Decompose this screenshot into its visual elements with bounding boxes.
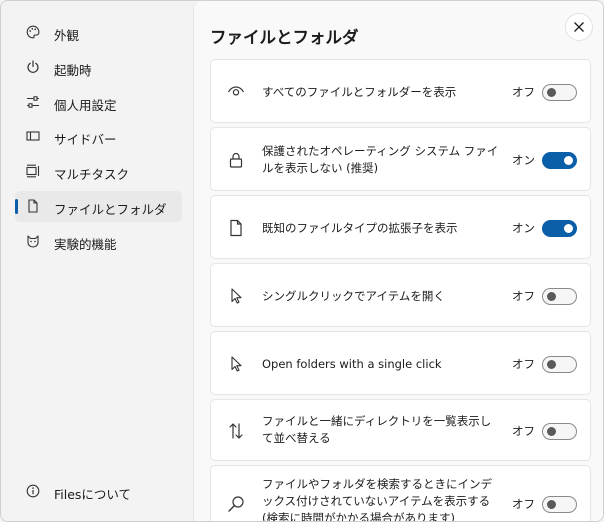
sidebar: 外観 起動時 個人用設定 サイドバー マルチタスク ファイルとフォルダ 実験的機… [1, 1, 193, 521]
setting-label: シングルクリックでアイテムを開く [262, 289, 445, 303]
setting-label: 保護されたオペレーティング システム ファイルを表示しない (推奨) [262, 144, 499, 175]
sidebar-item-sidebar[interactable]: サイドバー [15, 121, 182, 152]
sliders-icon [26, 95, 40, 109]
setting-card-show-extensions: 既知のファイルタイプの拡張子を表示 オン [210, 195, 591, 259]
toggle-state-text: オン [512, 153, 535, 167]
toggle-state-text: オフ [512, 289, 535, 303]
toggle-switch[interactable] [542, 496, 577, 513]
eye-icon [227, 83, 245, 101]
sidebar-item-about[interactable]: Filesについて [15, 476, 182, 507]
settings-content: ファイルとフォルダ すべてのファイルとフォルダーを表示 オフ 保護されたオペレー… [193, 1, 603, 522]
toggle-switch[interactable] [542, 288, 577, 305]
setting-label: 既知のファイルタイプの拡張子を表示 [262, 221, 458, 235]
sidebar-item-label: Filesについて [54, 487, 132, 502]
toggle-state-text: オフ [512, 357, 535, 371]
setting-label: ファイルと一緒にディレクトリを一覧表示して並べ替える [262, 414, 492, 445]
toggle-state-text: オン [512, 221, 535, 235]
power-icon [26, 60, 40, 74]
sidebar-item-label: ファイルとフォルダ [54, 202, 167, 217]
document-icon [26, 199, 40, 213]
cursor-icon [227, 287, 245, 305]
setting-label: Open folders with a single click [262, 357, 442, 371]
toggle-switch[interactable] [542, 356, 577, 373]
sidebar-item-appearance[interactable]: 外観 [15, 17, 182, 48]
toggle-switch[interactable] [542, 423, 577, 440]
sidebar-item-personalization[interactable]: 個人用設定 [15, 87, 182, 118]
sidebar-item-experimental[interactable]: 実験的機能 [15, 226, 182, 257]
sidebar-item-label: 外観 [54, 28, 80, 43]
selection-indicator [15, 199, 18, 214]
setting-card-hide-protected-files: 保護されたオペレーティング システム ファイルを表示しない (推奨) オン [210, 127, 591, 191]
info-icon [26, 484, 40, 498]
setting-card-sort-folders-with-files: ファイルと一緒にディレクトリを一覧表示して並べ替える オフ [210, 399, 591, 461]
search-icon [227, 495, 245, 513]
sidebar-item-multitasking[interactable]: マルチタスク [15, 156, 182, 187]
page-title: ファイルとフォルダ [210, 28, 359, 47]
cursor-icon [227, 355, 245, 373]
setting-card-single-click-folders: Open folders with a single click オフ [210, 331, 591, 395]
toggle-switch[interactable] [542, 84, 577, 101]
file-icon [227, 219, 245, 237]
sidebar-item-label: 個人用設定 [54, 98, 117, 113]
sidebar-item-label: 起動時 [54, 63, 92, 78]
toggle-switch[interactable] [542, 152, 577, 169]
sidebar-item-label: 実験的機能 [54, 237, 117, 252]
toggle-state-text: オフ [512, 424, 535, 438]
settings-window: 外観 起動時 個人用設定 サイドバー マルチタスク ファイルとフォルダ 実験的機… [0, 0, 604, 522]
setting-label: ファイルやフォルダを検索するときにインデックス付けされていないアイテムを表示する… [262, 477, 492, 522]
sidebar-item-startup[interactable]: 起動時 [15, 52, 182, 83]
close-button[interactable] [565, 13, 593, 41]
sidebar-icon [26, 129, 40, 143]
cat-icon [26, 234, 40, 248]
toggle-switch[interactable] [542, 220, 577, 237]
toggle-state-text: オフ [512, 497, 535, 511]
lock-icon [227, 151, 245, 169]
sidebar-item-label: マルチタスク [54, 167, 130, 182]
sidebar-item-files-and-folders[interactable]: ファイルとフォルダ [15, 191, 182, 222]
toggle-state-text: オフ [512, 85, 535, 99]
close-icon [574, 22, 584, 32]
setting-label: すべてのファイルとフォルダーを表示 [262, 85, 457, 99]
setting-card-show-unindexed-items: ファイルやフォルダを検索するときにインデックス付けされていないアイテムを表示する… [210, 465, 591, 522]
palette-icon [26, 25, 40, 39]
multitask-icon [26, 164, 40, 178]
sidebar-item-label: サイドバー [54, 132, 117, 147]
setting-card-show-all-files: すべてのファイルとフォルダーを表示 オフ [210, 59, 591, 123]
setting-card-single-click-items: シングルクリックでアイテムを開く オフ [210, 263, 591, 327]
sort-arrows-icon [227, 422, 245, 440]
